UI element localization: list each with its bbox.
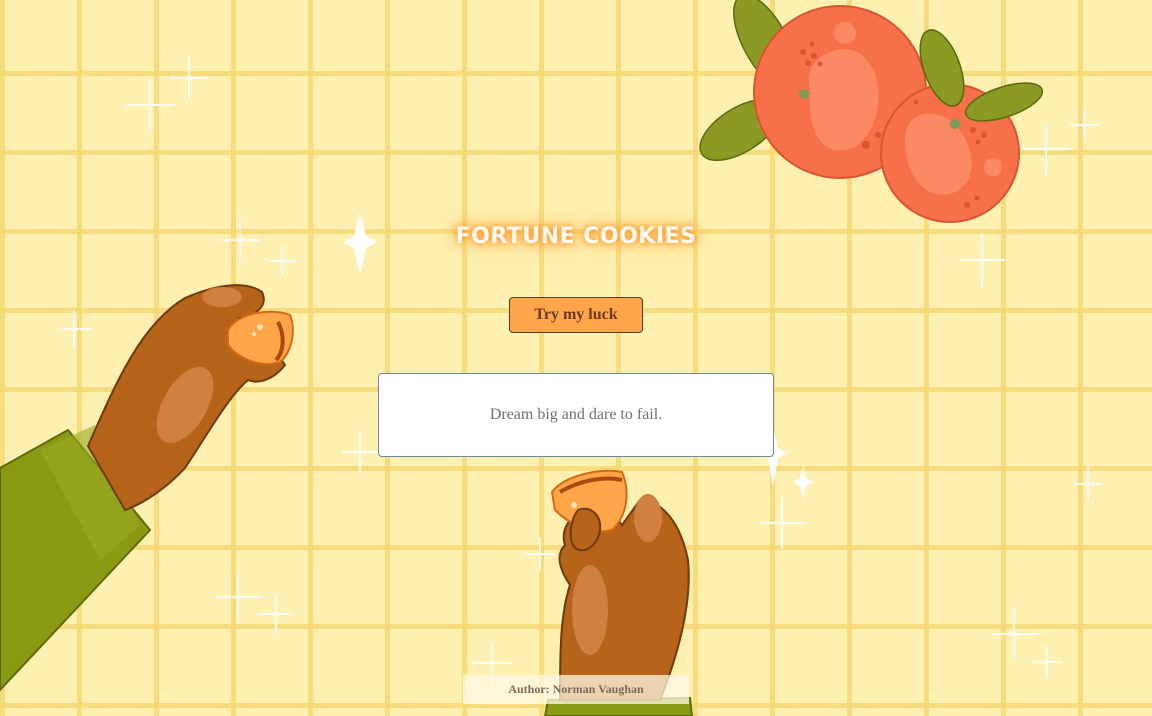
sparkle-icon	[1032, 645, 1062, 679]
tangerines	[699, 0, 1044, 223]
sparkle-icon	[525, 537, 555, 571]
sparkle-icon	[215, 571, 263, 623]
sparkle-icon	[125, 79, 175, 131]
sparkle-icon	[59, 311, 91, 347]
left-arm	[0, 284, 294, 692]
sparkle-icon	[342, 431, 379, 473]
fortune-display: Dream big and dare to fail.	[378, 373, 774, 457]
author-footer: Author: Norman Vaughan	[463, 675, 689, 704]
try-my-luck-button[interactable]: Try my luck	[509, 297, 643, 333]
fortune-text: Dream big and dare to fail.	[489, 406, 663, 423]
background-illustration	[0, 0, 1103, 716]
sparkle-icon	[257, 593, 295, 635]
sparkle-icon	[759, 497, 807, 549]
sparkle-icon	[1023, 123, 1071, 175]
sparkle-icon	[170, 57, 208, 99]
sparkle-icon	[991, 607, 1039, 661]
sparkle-icon	[267, 245, 297, 277]
page-title: FORTUNE COOKIES	[455, 224, 697, 249]
sparkle-icon	[793, 466, 813, 500]
sparkle-icon	[1069, 109, 1099, 141]
sparkle-icon	[1073, 467, 1103, 501]
author-credit: Author: Norman Vaughan	[508, 682, 644, 696]
